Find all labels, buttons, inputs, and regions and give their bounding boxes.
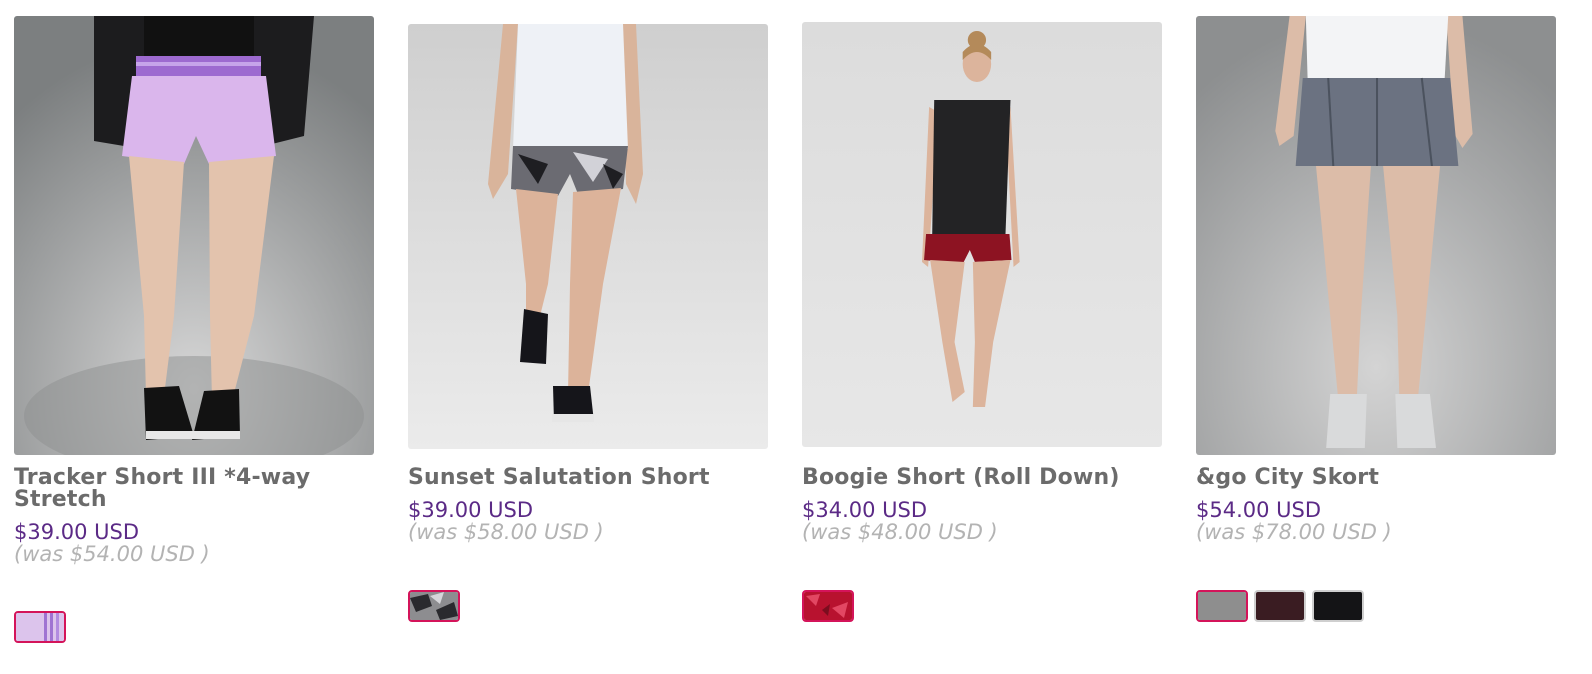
original-price: (was $58.00 USD ) (408, 520, 604, 544)
product-image-sunset-salutation-short[interactable] (408, 24, 768, 449)
color-swatch-lavender[interactable] (14, 611, 66, 643)
sale-price: $39.00 USD (14, 520, 140, 544)
original-price: (was $54.00 USD ) (14, 542, 210, 566)
color-swatches (408, 590, 460, 622)
sale-price: $34.00 USD (802, 498, 928, 522)
product-card-boogie-short: Boogie Short (Roll Down) $34.00 USD (was… (802, 0, 1162, 674)
color-swatch-dark-plum[interactable] (1254, 590, 1306, 622)
color-swatches (1196, 590, 1364, 622)
original-price: (was $48.00 USD ) (802, 520, 998, 544)
original-price: (was $78.00 USD ) (1196, 520, 1392, 544)
color-swatch-grey-print[interactable] (408, 590, 460, 622)
product-image-boogie-short[interactable] (802, 22, 1162, 447)
sale-price: $39.00 USD (408, 498, 534, 522)
product-grid: Tracker Short III *4-way Stretch $39.00 … (0, 0, 1592, 674)
product-card-tracker-short: Tracker Short III *4-way Stretch $39.00 … (14, 0, 374, 674)
product-name-link[interactable]: &go City Skort (1196, 467, 1536, 489)
product-name-link[interactable]: Boogie Short (Roll Down) (802, 467, 1142, 489)
product-image-go-city-skort[interactable] (1196, 16, 1556, 455)
color-swatch-heather-grey[interactable] (1196, 590, 1248, 622)
color-swatch-black[interactable] (1312, 590, 1364, 622)
product-name-link[interactable]: Tracker Short III *4-way Stretch (14, 467, 354, 511)
color-swatches (802, 590, 854, 622)
product-name-link[interactable]: Sunset Salutation Short (408, 467, 748, 489)
sale-price: $54.00 USD (1196, 498, 1322, 522)
product-card-go-city-skort: &go City Skort $54.00 USD (was $78.00 US… (1196, 0, 1556, 674)
color-swatch-red-print[interactable] (802, 590, 854, 622)
product-card-sunset-salutation-short: Sunset Salutation Short $39.00 USD (was … (408, 0, 768, 674)
product-image-tracker-short[interactable] (14, 16, 374, 455)
color-swatches (14, 611, 66, 643)
